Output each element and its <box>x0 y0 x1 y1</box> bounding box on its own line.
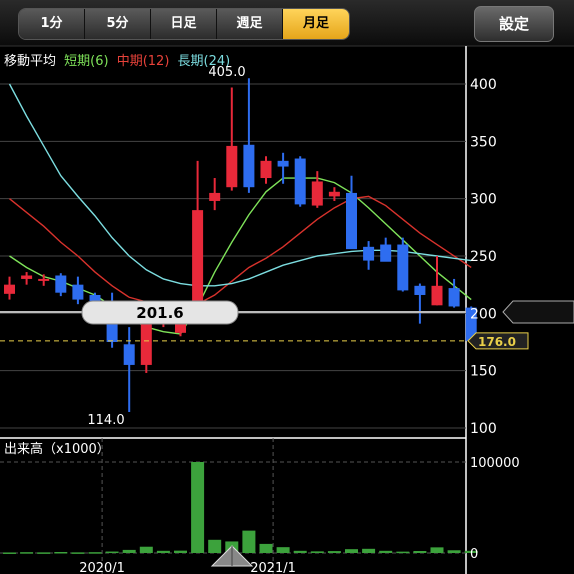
price-tick-label: 100 <box>470 421 497 437</box>
volume-bar <box>362 548 376 553</box>
candle-body <box>380 244 392 262</box>
volume-bar <box>379 550 393 553</box>
price-tick-label: 200 <box>470 306 497 322</box>
candle-body <box>4 284 15 294</box>
price-tick-label: 150 <box>470 364 497 380</box>
volume-bar <box>242 530 256 553</box>
candlesticks <box>4 78 477 412</box>
volume-bar <box>88 552 102 554</box>
candle-body <box>140 321 152 365</box>
candle-body <box>414 285 426 295</box>
price-gridlines <box>0 83 466 429</box>
volume-bar <box>20 552 34 554</box>
candle-body <box>311 181 323 206</box>
volume-bar <box>71 552 85 554</box>
candle-body <box>328 191 340 197</box>
candle-body <box>363 246 375 261</box>
candle-body <box>431 285 443 306</box>
volume-bar <box>139 546 153 553</box>
high-price-label: 405.0 <box>208 65 245 80</box>
price-tick-label: 250 <box>470 249 497 265</box>
volume-bar <box>447 550 461 553</box>
volume-bar <box>430 547 444 553</box>
candle-body <box>346 192 357 250</box>
candle-body <box>277 160 289 167</box>
volume-bar <box>327 551 341 553</box>
price-tick-label: 300 <box>470 192 497 208</box>
candle-body <box>243 144 255 188</box>
volume-bar <box>191 462 205 553</box>
stock-chart[interactable]: 100 150 200 250 300 350 400 0 100000 2020/1 2021… <box>0 0 574 574</box>
price-axis-labels: 100 150 200 250 300 350 400 <box>470 77 497 437</box>
volume-gridlines <box>0 461 466 554</box>
crosshair-price-value: 201.6 <box>136 304 183 322</box>
date-tick-label: 2021/1 <box>250 561 296 574</box>
volume-bar <box>259 543 273 553</box>
volume-axis-labels: 0 100000 <box>470 456 520 562</box>
volume-bar <box>54 551 68 554</box>
current-price-value: 176.0 <box>478 335 516 349</box>
volume-bars <box>3 462 478 554</box>
candle-body <box>21 275 33 279</box>
candle-body <box>123 344 135 365</box>
date-tick-label: 2020/1 <box>79 561 125 574</box>
price-tick-label: 350 <box>470 134 497 150</box>
volume-bar <box>276 547 290 553</box>
volume-bar <box>3 552 16 554</box>
candle-body <box>226 145 238 188</box>
volume-bar <box>396 551 410 554</box>
volume-bar <box>156 550 170 553</box>
low-price-label: 114.0 <box>87 413 124 428</box>
candle-body <box>260 160 272 179</box>
volume-tick-label: 0 <box>470 547 478 562</box>
crosshair-axis-marker <box>502 300 574 324</box>
candle-body <box>55 275 67 293</box>
volume-bar <box>105 551 119 554</box>
volume-bar <box>174 550 187 553</box>
volume-bar <box>413 550 427 553</box>
date-axis-labels: 2020/1 2021/1 <box>79 438 296 574</box>
candle-body <box>72 284 84 300</box>
candle-body <box>192 210 204 310</box>
candle-body <box>38 278 50 281</box>
candle-body <box>397 244 409 291</box>
candle-body <box>209 192 221 201</box>
volume-bar <box>122 549 136 553</box>
volume-bar <box>208 539 222 553</box>
volume-panel-title: 出来高（x1000） <box>4 441 110 457</box>
volume-bar <box>345 549 358 553</box>
volume-bar <box>310 551 324 553</box>
volume-bar <box>293 550 307 553</box>
volume-bar <box>37 552 51 554</box>
candle-body <box>448 288 460 307</box>
candle-body <box>294 158 306 205</box>
volume-tick-label: 100000 <box>470 456 520 471</box>
price-tick-label: 400 <box>470 77 497 93</box>
